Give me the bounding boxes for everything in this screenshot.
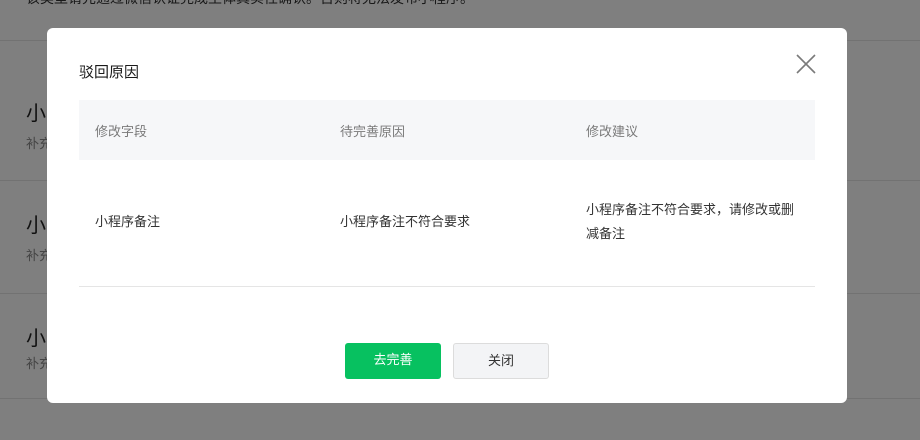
page: 该类型请先通过微信认证完成主体真实性确认。否则将无法发布小程序。 小 补充 小 …	[0, 0, 920, 440]
table-row: 小程序备注 小程序备注不符合要求 小程序备注不符合要求，请修改或删减备注	[79, 160, 815, 287]
table-cell-field: 小程序备注	[95, 215, 161, 230]
reject-reason-dialog: 驳回原因 修改字段 待完善原因 修改建议 小程序备注 小程序备注不符合要求 小程…	[47, 28, 847, 403]
dialog-title: 驳回原因	[79, 63, 140, 81]
go-improve-button[interactable]: 去完善	[345, 343, 441, 379]
table-cell-suggestion: 小程序备注不符合要求，请修改或删减备注	[586, 203, 795, 242]
table-header-field: 修改字段	[95, 125, 148, 140]
close-icon-svg	[796, 54, 816, 74]
close-icon[interactable]	[795, 53, 817, 75]
table-header-suggestion: 修改建议	[586, 125, 639, 140]
close-button[interactable]: 关闭	[453, 343, 549, 379]
table-header-reason: 待完善原因	[340, 125, 406, 140]
table-cell-reason: 小程序备注不符合要求	[340, 215, 471, 230]
table-header-row: 修改字段 待完善原因 修改建议	[79, 100, 815, 160]
reject-reason-table: 修改字段 待完善原因 修改建议 小程序备注 小程序备注不符合要求 小程序备注不符…	[79, 100, 815, 287]
